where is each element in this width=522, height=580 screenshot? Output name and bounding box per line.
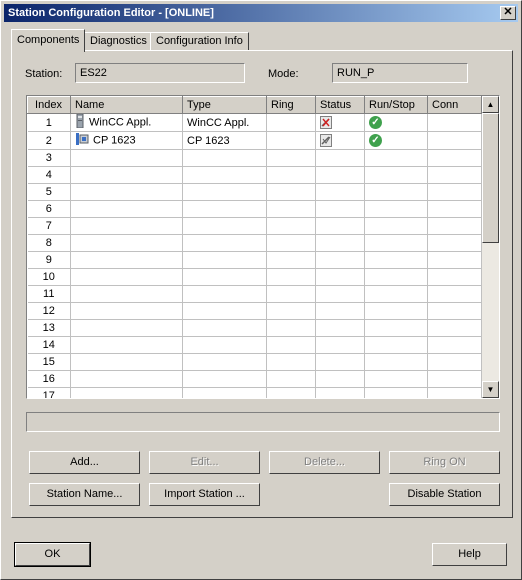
column-header-name[interactable]: Name <box>70 96 183 114</box>
station-label: Station: <box>25 68 63 80</box>
cell-conn <box>427 131 482 150</box>
cell-status <box>315 113 365 132</box>
table-row[interactable]: 11 <box>27 285 482 303</box>
station-field: ES22 <box>75 63 245 83</box>
table-row[interactable]: 17 <box>27 387 482 398</box>
cell-index: 1 <box>27 113 71 132</box>
table-row[interactable]: 12 <box>27 302 482 320</box>
import-station-button[interactable]: Import Station ... <box>149 483 260 506</box>
cell-index: 3 <box>27 149 71 167</box>
table-row[interactable]: 8 <box>27 234 482 252</box>
cell-ring <box>266 113 316 132</box>
table-row[interactable]: 5 <box>27 183 482 201</box>
tab-diagnostics[interactable]: Diagnostics <box>84 32 153 51</box>
ok-button[interactable]: OK <box>14 542 91 567</box>
component-name: CP 1623 <box>93 134 136 147</box>
column-header-type[interactable]: Type <box>182 96 267 114</box>
cell-ring <box>266 131 316 150</box>
table-row[interactable]: 6 <box>27 200 482 218</box>
disable-station-button[interactable]: Disable Station <box>389 483 500 506</box>
tab-components[interactable]: Components <box>11 29 86 52</box>
tab-configuration-info[interactable]: Configuration Info <box>150 32 249 51</box>
cell-index: 9 <box>27 251 71 269</box>
cell-name: WinCC Appl. <box>70 113 183 132</box>
cell-type: WinCC Appl. <box>182 113 267 132</box>
mode-label: Mode: <box>268 68 299 80</box>
window-title: Station Configuration Editor - [ONLINE] <box>8 7 214 19</box>
table-row[interactable]: 9 <box>27 251 482 269</box>
cell-status <box>315 131 365 150</box>
column-header-ring[interactable]: Ring <box>266 96 316 114</box>
table-row[interactable]: 1 WinCC Appl. WinCC Appl. ✓ <box>27 113 482 132</box>
column-header-index[interactable]: Index <box>27 96 71 114</box>
table-row[interactable]: 10 <box>27 268 482 286</box>
close-icon[interactable]: ✕ <box>500 6 516 20</box>
cell-index: 16 <box>27 370 71 388</box>
edit-button[interactable]: Edit... <box>149 451 260 474</box>
cell-index: 6 <box>27 200 71 218</box>
table-row[interactable]: 2 CP 1623 CP 1623 ✓ <box>27 131 482 150</box>
cell-index: 13 <box>27 319 71 337</box>
components-grid[interactable]: Index Name Type Ring Status Run/Stop Con… <box>26 95 500 399</box>
table-row[interactable]: 3 <box>27 149 482 167</box>
cell-index: 8 <box>27 234 71 252</box>
cell-index: 4 <box>27 166 71 184</box>
mode-field: RUN_P <box>332 63 468 83</box>
table-row[interactable]: 15 <box>27 353 482 371</box>
title-bar[interactable]: Station Configuration Editor - [ONLINE] … <box>4 4 518 22</box>
station-name-button[interactable]: Station Name... <box>29 483 140 506</box>
component-name: WinCC Appl. <box>89 116 152 129</box>
cell-index: 14 <box>27 336 71 354</box>
cell-type: CP 1623 <box>182 131 267 150</box>
run-ok-icon: ✓ <box>369 134 382 147</box>
table-row[interactable]: 14 <box>27 336 482 354</box>
cell-name: CP 1623 <box>70 131 183 150</box>
column-header-run-stop[interactable]: Run/Stop <box>364 96 428 114</box>
cell-run-stop: ✓ <box>364 113 428 132</box>
cell-index: 2 <box>27 131 71 150</box>
network-card-icon <box>75 132 89 149</box>
cell-run-stop: ✓ <box>364 131 428 150</box>
cell-index: 11 <box>27 285 71 303</box>
add-button[interactable]: Add... <box>29 451 140 474</box>
scroll-down-icon[interactable]: ▼ <box>482 381 499 398</box>
scroll-up-icon[interactable]: ▲ <box>482 96 499 113</box>
scroll-thumb[interactable] <box>482 113 499 243</box>
components-table: Index Name Type Ring Status Run/Stop Con… <box>27 96 482 398</box>
table-row[interactable]: 4 <box>27 166 482 184</box>
cell-index: 5 <box>27 183 71 201</box>
table-row[interactable]: 7 <box>27 217 482 235</box>
status-line <box>26 412 500 432</box>
delete-button[interactable]: Delete... <box>269 451 380 474</box>
cell-index: 7 <box>27 217 71 235</box>
pc-station-icon <box>75 113 85 131</box>
cell-index: 15 <box>27 353 71 371</box>
table-row[interactable]: 13 <box>27 319 482 337</box>
column-header-status[interactable]: Status <box>315 96 365 114</box>
cell-index: 12 <box>27 302 71 320</box>
table-row[interactable]: 16 <box>27 370 482 388</box>
ring-on-button[interactable]: Ring ON <box>389 451 500 474</box>
run-ok-icon: ✓ <box>369 116 382 129</box>
cell-conn <box>427 113 482 132</box>
status-ok-icon <box>320 134 332 147</box>
cell-index: 10 <box>27 268 71 286</box>
column-header-conn[interactable]: Conn <box>427 96 482 114</box>
components-panel: Station: ES22 Mode: RUN_P Index Name Typ… <box>11 50 513 518</box>
cell-index: 17 <box>27 387 71 398</box>
station-config-editor-window: Station Configuration Editor - [ONLINE] … <box>0 0 522 580</box>
help-button[interactable]: Help <box>432 543 507 566</box>
status-fault-icon <box>320 116 332 129</box>
vertical-scrollbar[interactable]: ▲ ▼ <box>482 96 499 398</box>
